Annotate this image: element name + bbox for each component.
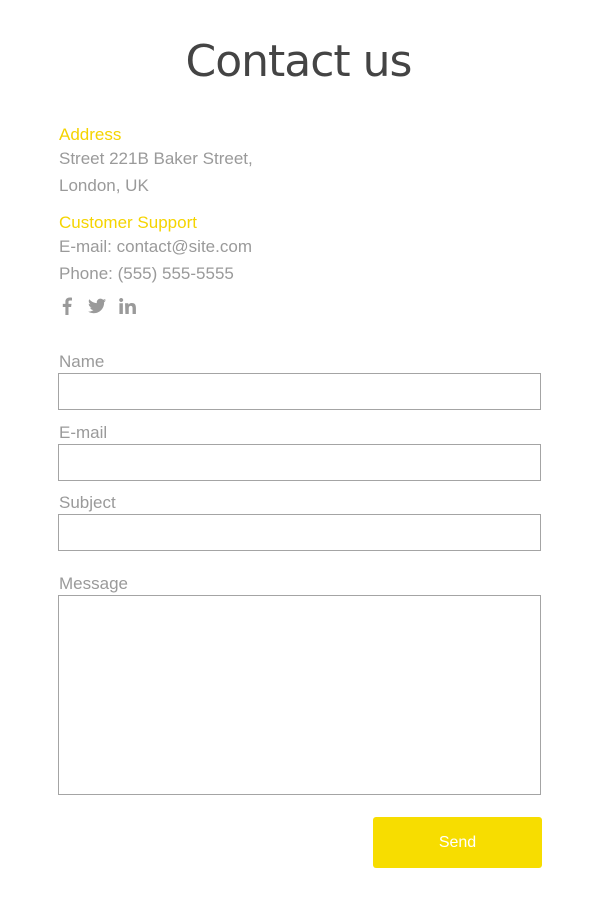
page-title: Contact us [185,36,413,87]
subject-label: Subject [59,493,116,512]
support-heading: Customer Support [59,213,197,232]
message-label: Message [59,574,128,593]
subject-input[interactable] [58,514,541,551]
support-section: Customer Support E-mail: contact@site.co… [59,209,252,287]
social-links [58,296,136,316]
name-input[interactable] [58,373,541,410]
name-label: Name [59,352,105,371]
send-button[interactable]: Send [373,817,542,868]
address-line-1: Street 221B Baker Street, [59,149,253,168]
message-textarea[interactable] [58,595,541,795]
address-section: Address Street 221B Baker Street, London… [59,121,253,199]
facebook-icon[interactable] [58,296,76,316]
address-heading: Address [59,125,122,144]
twitter-icon[interactable] [88,296,106,316]
linkedin-icon[interactable] [118,296,136,316]
email-label: E-mail [59,423,108,442]
support-email: E-mail: contact@site.com [59,237,252,256]
support-phone: Phone: (555) 555-5555 [59,264,234,283]
address-line-2: London, UK [59,176,149,195]
email-input[interactable] [58,444,541,481]
